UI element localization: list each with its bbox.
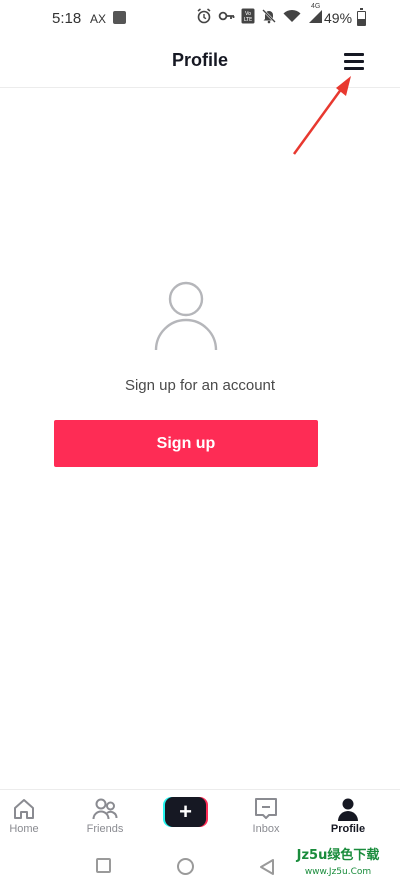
alarm-icon [196,7,212,29]
nav-item-friends[interactable]: Friends [75,794,135,840]
bottom-nav: Home Friends + Inbox Profile [0,789,400,841]
plus-icon: + [165,797,206,827]
status-time: 5:18 [52,10,82,27]
status-carrier-tag: AX [90,12,107,26]
nav-label-home: Home [9,823,39,835]
watermark-line2: www.Jz5u.Com [304,867,372,877]
nav-item-inbox[interactable]: Inbox [236,794,296,840]
nav-label-friends: Friends [86,823,124,835]
status-bar: 5:18 AX Vo LTE 4G 49% [0,0,400,36]
inbox-icon [255,798,277,819]
watermark-line1: Jz5u绿色下载 [296,848,380,863]
friends-icon [92,798,118,820]
key-icon [218,8,235,29]
create-button[interactable]: + [163,797,208,827]
battery-percent: 49% [324,10,353,26]
battery-icon [357,8,366,26]
volte-icon: Vo LTE [241,8,255,29]
wifi-icon [283,9,301,28]
signal-icon: 4G [307,3,323,29]
nav-label-profile: Profile [330,823,366,835]
nav-item-profile[interactable]: Profile [318,794,378,840]
signup-prompt: Sign up for an account [124,377,276,394]
recents-button[interactable] [96,858,111,873]
sign-up-button[interactable]: Sign up [54,420,318,467]
profile-icon [338,798,358,821]
image-icon [113,11,126,24]
watermark: Jz5u绿色下载 www.Jz5u.Com [282,848,394,880]
user-avatar-icon [154,281,218,351]
nav-item-home[interactable]: Home [0,794,54,840]
svg-text:LTE: LTE [244,17,252,23]
annotation-arrow [292,76,351,155]
nav-label-inbox: Inbox [252,823,280,835]
home-button[interactable] [177,858,194,875]
mute-icon [261,8,277,29]
network-tag: 4G [311,2,321,10]
back-button[interactable] [258,858,276,876]
status-icons: Vo LTE 4G [196,3,323,29]
home-icon [14,799,34,819]
